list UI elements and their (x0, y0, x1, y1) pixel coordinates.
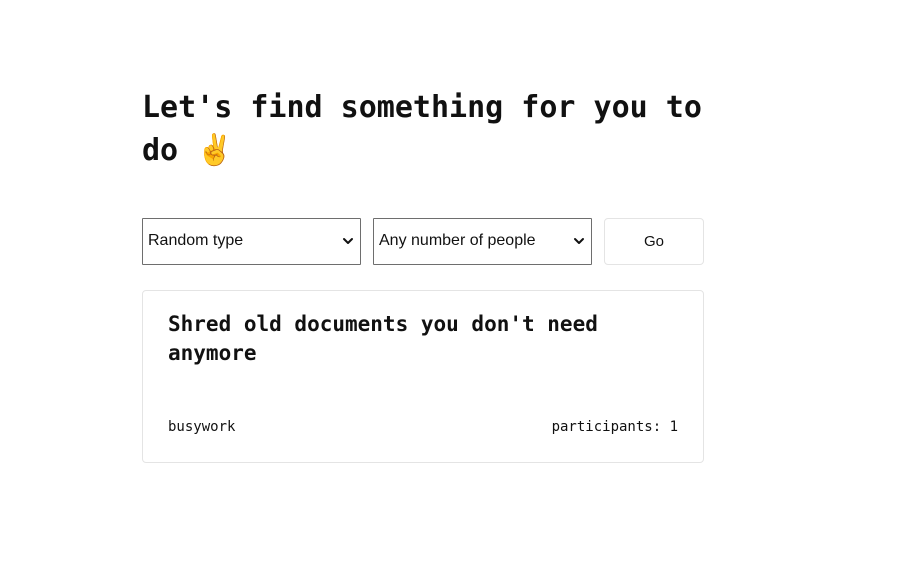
activity-card-footer: busywork participants: 1 (168, 419, 678, 435)
activity-type-label: busywork (168, 419, 236, 435)
chevron-down-icon (574, 238, 584, 244)
participants-select[interactable]: Any number of people (373, 218, 592, 265)
go-button[interactable]: Go (604, 218, 704, 265)
participants-count: participants: 1 (551, 419, 678, 435)
activity-type-select[interactable]: Random type (142, 218, 361, 265)
activity-card: Shred old documents you don't need anymo… (142, 290, 704, 463)
page-title: Let's find something for you to do ✌️ (142, 90, 702, 168)
chevron-down-icon (343, 238, 353, 244)
filter-controls: Random type Any number of people Go (142, 218, 704, 265)
main-container: Let's find something for you to do ✌️ Ra… (142, 86, 704, 463)
participants-select-value: Any number of people (379, 232, 536, 249)
activity-title: Shred old documents you don't need anymo… (168, 312, 598, 365)
activity-type-select-value: Random type (148, 232, 244, 249)
